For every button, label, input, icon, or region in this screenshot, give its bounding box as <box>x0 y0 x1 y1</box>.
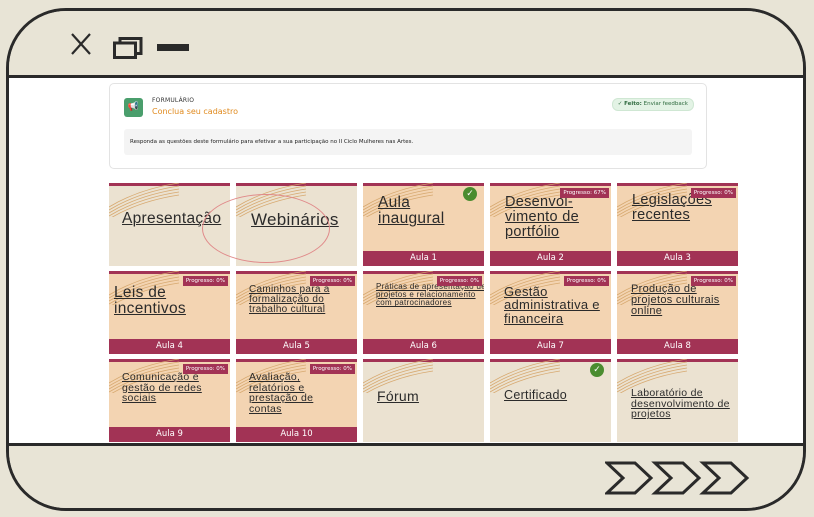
lesson-label: Aula 10 <box>236 427 357 442</box>
window-frame: 📢 FORMULÁRIO Conclua seu cadastro ✓ Feit… <box>6 8 806 511</box>
close-icon[interactable] <box>69 31 93 57</box>
progress-badge: Progresso: 0% <box>436 276 482 286</box>
tile-title: Laboratório de desenvolvimento de projet… <box>631 387 730 421</box>
highlight-circle <box>202 194 330 263</box>
course-tile[interactable]: Legislações recentes Progresso: 0% Aula 3 <box>617 183 738 266</box>
browser-content: 📢 FORMULÁRIO Conclua seu cadastro ✓ Feit… <box>9 78 803 446</box>
tile-title: Gestão administrativa e financeira <box>504 284 600 326</box>
form-section-label: FORMULÁRIO <box>152 97 195 104</box>
course-tile[interactable]: Caminhos para a formalização do trabalho… <box>236 271 357 354</box>
lesson-label: Aula 8 <box>617 339 738 354</box>
feedback-text: Enviar feedback <box>641 101 688 107</box>
minimize-icon[interactable] <box>157 44 189 51</box>
tile-title: Comunicação e gestão de redes sociais <box>122 371 202 405</box>
form-description: Responda as questões deste formulário pa… <box>124 129 692 155</box>
form-card: 📢 FORMULÁRIO Conclua seu cadastro ✓ Feit… <box>109 83 707 169</box>
title-bar <box>9 11 803 78</box>
course-tile[interactable]: Aula inaugural ✓ Aula 1 <box>363 183 484 266</box>
footer-bar <box>9 443 803 508</box>
tile-title: Leis de incentivos <box>114 284 186 317</box>
lesson-label: Aula 9 <box>109 427 230 442</box>
course-tile[interactable]: Práticas de apresentação de projetos e r… <box>363 271 484 354</box>
progress-badge: Progresso: 67% <box>560 188 609 198</box>
tile-title: Caminhos para a formalização do trabalho… <box>249 284 330 316</box>
lesson-label: Aula 7 <box>490 339 611 354</box>
restore-window-icon[interactable] <box>113 37 143 59</box>
forward-chevrons-icon[interactable] <box>605 460 755 496</box>
progress-badge: Progresso: 0% <box>309 364 355 374</box>
tile-title: Desenvol-vimento de portfólio <box>505 194 579 240</box>
form-link[interactable]: Conclua seu cadastro <box>152 107 238 116</box>
lesson-label: Aula 6 <box>363 339 484 354</box>
lesson-label: Aula 3 <box>617 251 738 266</box>
course-tile[interactable]: Certificado ✓ <box>490 359 611 442</box>
feedback-status: Feito: <box>624 101 642 107</box>
lesson-label: Aula 1 <box>363 251 484 266</box>
course-tile[interactable]: Leis de incentivos Progresso: 0% Aula 4 <box>109 271 230 354</box>
course-tile[interactable]: Produção de projetos culturais online Pro… <box>617 271 738 354</box>
course-tile[interactable]: Avaliação, relatórios e prestação de con… <box>236 359 357 442</box>
tile-title: Aula inaugural <box>378 194 445 227</box>
tile-title: Fórum <box>377 388 419 404</box>
check-icon: ✓ <box>590 363 604 377</box>
progress-badge: Progresso: 0% <box>690 188 736 198</box>
progress-badge: Progresso: 0% <box>182 364 228 374</box>
megaphone-icon: 📢 <box>124 98 143 117</box>
tile-title: Práticas de apresentação de projetos e r… <box>376 282 484 308</box>
progress-badge: Progresso: 0% <box>690 276 736 286</box>
tile-title: Produção de projetos culturais online <box>631 283 720 318</box>
course-tile[interactable]: Laboratório de desenvolvimento de projet… <box>617 359 738 442</box>
lesson-label: Aula 5 <box>236 339 357 354</box>
progress-badge: Progresso: 0% <box>182 276 228 286</box>
course-tile[interactable]: Desenvol-vimento de portfólio Progresso: … <box>490 183 611 266</box>
progress-badge: Progresso: 0% <box>309 276 355 286</box>
feedback-badge[interactable]: ✓ Feito: Enviar feedback <box>611 98 694 111</box>
course-page: 📢 FORMULÁRIO Conclua seu cadastro ✓ Feit… <box>79 78 749 446</box>
check-icon: ✓ <box>463 187 477 201</box>
course-tile[interactable]: Fórum <box>363 359 484 442</box>
lesson-label: Aula 2 <box>490 251 611 266</box>
lesson-label: Aula 4 <box>109 339 230 354</box>
course-tile[interactable]: Gestão administrativa e financeira Progre… <box>490 271 611 354</box>
tile-title: Certificado <box>504 388 568 402</box>
course-tile[interactable]: Comunicação e gestão de redes sociais Pro… <box>109 359 230 442</box>
progress-badge: Progresso: 0% <box>563 276 609 286</box>
tile-title: Avaliação, relatórios e prestação de con… <box>249 371 314 416</box>
